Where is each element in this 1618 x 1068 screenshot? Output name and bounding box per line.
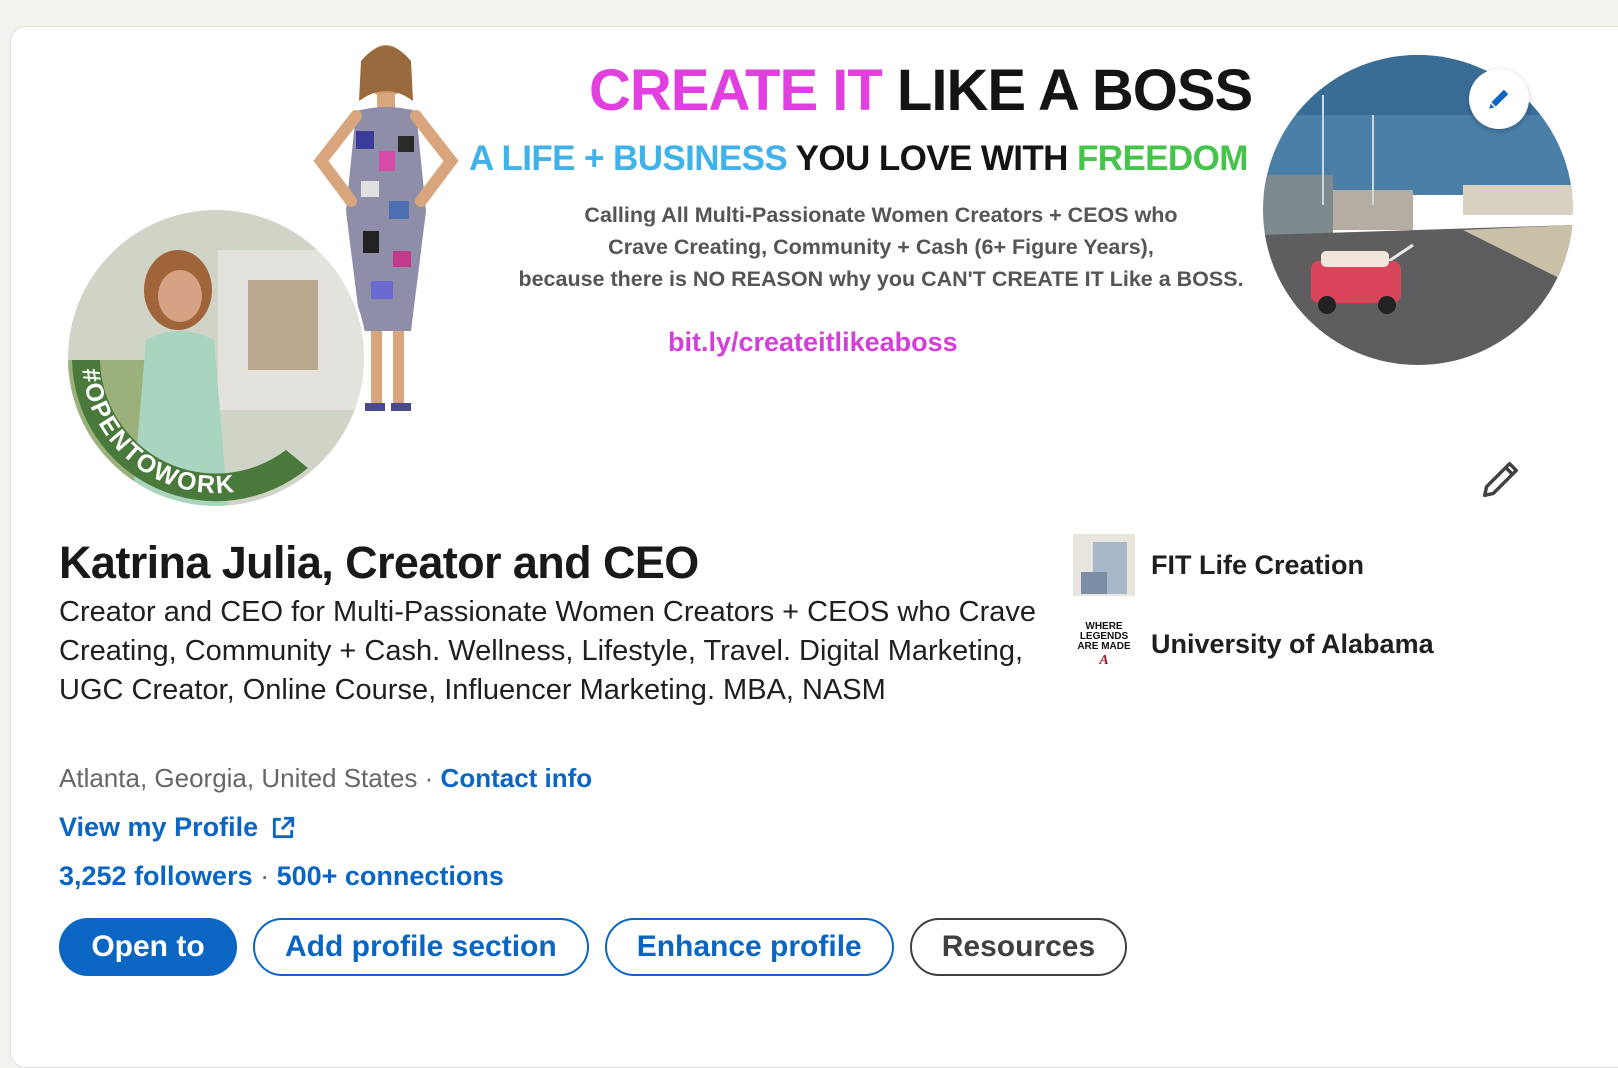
contact-info-link[interactable]: Contact info: [441, 763, 593, 793]
separator-dot: ·: [252, 861, 277, 891]
svg-text:ARE MADE: ARE MADE: [1077, 641, 1131, 652]
school-name: University of Alabama: [1151, 628, 1434, 659]
external-link-icon: [273, 816, 295, 838]
open-to-button[interactable]: Open to: [59, 918, 237, 976]
enhance-profile-button[interactable]: Enhance profile: [604, 918, 894, 976]
banner-subhead-part2: YOU LOVE WITH: [787, 139, 1077, 178]
banner-subheadline: A LIFE + BUSINESS YOU LOVE WITH FREEDOM: [469, 139, 1248, 179]
followers-link[interactable]: 3,252 followers: [59, 861, 253, 891]
avatar-photo: #OPENTOWORK: [68, 210, 364, 506]
network-row: 3,252 followers · 500+ connections: [59, 861, 504, 892]
banner-tagline-line1: Calling All Multi-Passionate Women Creat…: [584, 203, 1178, 227]
view-profile-label: View my Profile: [59, 812, 259, 842]
view-profile-link[interactable]: View my Profile: [59, 812, 296, 843]
edit-intro-pencil-icon[interactable]: [1477, 457, 1523, 503]
add-profile-section-button[interactable]: Add profile section: [253, 918, 589, 976]
banner-subhead-part3: FREEDOM: [1076, 139, 1248, 178]
banner-tagline-line3: because there is NO REASON why you CAN'T…: [518, 267, 1244, 291]
svg-text:A: A: [1098, 653, 1108, 668]
connections-link[interactable]: 500+ connections: [277, 861, 504, 891]
banner-headline: CREATE IT LIKE A BOSS: [589, 57, 1253, 124]
profile-avatar[interactable]: #OPENTOWORK: [65, 207, 367, 509]
profile-headline: Creator and CEO for Multi-Passionate Wom…: [59, 596, 1036, 706]
banner-tagline-line2: Crave Creating, Community + Cash (6+ Fig…: [608, 235, 1154, 259]
profile-location: Atlanta, Georgia, United States: [59, 763, 418, 793]
banner-headline-accent: CREATE IT: [589, 58, 883, 123]
profile-card: CREATE IT LIKE A BOSS A LIFE + BUSINESS …: [10, 26, 1618, 1068]
company-logo-icon: [1073, 534, 1135, 596]
school-logo-icon: WHERE LEGENDS ARE MADE A: [1073, 613, 1135, 675]
education-school[interactable]: WHERE LEGENDS ARE MADE A University of A…: [1073, 613, 1434, 675]
banner-subhead-part1: A LIFE + BUSINESS: [469, 139, 788, 178]
banner-link: bit.ly/createitlikeaboss: [668, 327, 958, 357]
banner-tagline: Calling All Multi-Passionate Women Creat…: [481, 199, 1281, 295]
banner-headline-rest: LIKE A BOSS: [881, 58, 1253, 123]
separator-dot: ·: [417, 763, 441, 793]
location-row: Atlanta, Georgia, United States · Contac…: [59, 763, 592, 794]
company-name: FIT Life Creation: [1151, 549, 1365, 580]
profile-actions: Open to Add profile section Enhance prof…: [59, 918, 1128, 976]
resources-button[interactable]: Resources: [909, 918, 1128, 976]
edit-banner-button[interactable]: [1469, 69, 1529, 129]
pencil-icon: [1489, 89, 1509, 109]
current-company[interactable]: FIT Life Creation: [1073, 534, 1364, 596]
profile-name: Katrina Julia, Creator and CEO: [59, 537, 699, 588]
